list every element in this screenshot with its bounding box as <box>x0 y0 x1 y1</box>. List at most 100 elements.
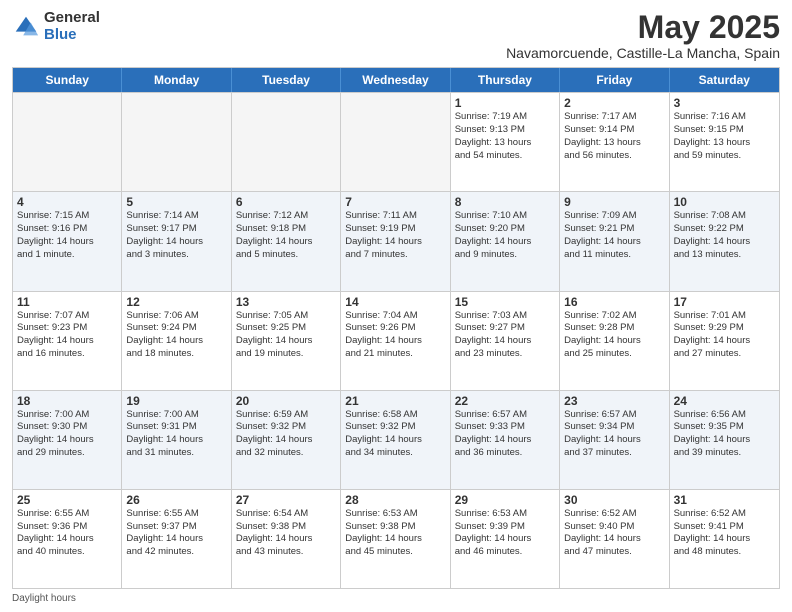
day-info: Sunrise: 6:53 AM Sunset: 9:39 PM Dayligh… <box>455 508 555 559</box>
day-number: 13 <box>236 295 336 309</box>
day-number: 28 <box>345 493 445 507</box>
logo-icon <box>12 13 40 41</box>
day-info: Sunrise: 6:59 AM Sunset: 9:32 PM Dayligh… <box>236 409 336 460</box>
day-number: 10 <box>674 195 775 209</box>
calendar-cell: 1Sunrise: 7:19 AM Sunset: 9:13 PM Daylig… <box>451 93 560 191</box>
day-info: Sunrise: 7:08 AM Sunset: 9:22 PM Dayligh… <box>674 210 775 261</box>
day-number: 7 <box>345 195 445 209</box>
calendar-cell: 9Sunrise: 7:09 AM Sunset: 9:21 PM Daylig… <box>560 192 669 290</box>
day-info: Sunrise: 6:56 AM Sunset: 9:35 PM Dayligh… <box>674 409 775 460</box>
day-number: 4 <box>17 195 117 209</box>
calendar-cell: 29Sunrise: 6:53 AM Sunset: 9:39 PM Dayli… <box>451 490 560 588</box>
day-info: Sunrise: 7:15 AM Sunset: 9:16 PM Dayligh… <box>17 210 117 261</box>
day-info: Sunrise: 6:52 AM Sunset: 9:41 PM Dayligh… <box>674 508 775 559</box>
day-info: Sunrise: 6:54 AM Sunset: 9:38 PM Dayligh… <box>236 508 336 559</box>
day-number: 26 <box>126 493 226 507</box>
title-block: May 2025 Navamorcuende, Castille-La Manc… <box>506 10 780 61</box>
calendar-cell: 30Sunrise: 6:52 AM Sunset: 9:40 PM Dayli… <box>560 490 669 588</box>
day-number: 14 <box>345 295 445 309</box>
day-number: 22 <box>455 394 555 408</box>
day-number: 30 <box>564 493 664 507</box>
day-info: Sunrise: 6:55 AM Sunset: 9:36 PM Dayligh… <box>17 508 117 559</box>
calendar-cell: 27Sunrise: 6:54 AM Sunset: 9:38 PM Dayli… <box>232 490 341 588</box>
subtitle: Navamorcuende, Castille-La Mancha, Spain <box>506 45 780 61</box>
day-info: Sunrise: 7:16 AM Sunset: 9:15 PM Dayligh… <box>674 111 775 162</box>
calendar-cell: 24Sunrise: 6:56 AM Sunset: 9:35 PM Dayli… <box>670 391 779 489</box>
day-number: 1 <box>455 96 555 110</box>
calendar-cell: 3Sunrise: 7:16 AM Sunset: 9:15 PM Daylig… <box>670 93 779 191</box>
day-info: Sunrise: 7:04 AM Sunset: 9:26 PM Dayligh… <box>345 310 445 361</box>
day-of-week-header: Sunday <box>13 68 122 92</box>
calendar-cell: 13Sunrise: 7:05 AM Sunset: 9:25 PM Dayli… <box>232 292 341 390</box>
day-number: 29 <box>455 493 555 507</box>
footer-note: Daylight hours <box>12 593 780 604</box>
calendar-cell: 23Sunrise: 6:57 AM Sunset: 9:34 PM Dayli… <box>560 391 669 489</box>
calendar-cell <box>122 93 231 191</box>
day-number: 25 <box>17 493 117 507</box>
day-number: 16 <box>564 295 664 309</box>
day-info: Sunrise: 7:14 AM Sunset: 9:17 PM Dayligh… <box>126 210 226 261</box>
day-number: 31 <box>674 493 775 507</box>
day-number: 27 <box>236 493 336 507</box>
calendar-row: 1Sunrise: 7:19 AM Sunset: 9:13 PM Daylig… <box>13 92 779 191</box>
calendar-row: 11Sunrise: 7:07 AM Sunset: 9:23 PM Dayli… <box>13 291 779 390</box>
calendar-cell: 22Sunrise: 6:57 AM Sunset: 9:33 PM Dayli… <box>451 391 560 489</box>
calendar-row: 18Sunrise: 7:00 AM Sunset: 9:30 PM Dayli… <box>13 390 779 489</box>
day-number: 12 <box>126 295 226 309</box>
calendar-header: SundayMondayTuesdayWednesdayThursdayFrid… <box>13 68 779 92</box>
day-info: Sunrise: 6:55 AM Sunset: 9:37 PM Dayligh… <box>126 508 226 559</box>
day-info: Sunrise: 7:12 AM Sunset: 9:18 PM Dayligh… <box>236 210 336 261</box>
calendar-cell: 31Sunrise: 6:52 AM Sunset: 9:41 PM Dayli… <box>670 490 779 588</box>
calendar-cell: 10Sunrise: 7:08 AM Sunset: 9:22 PM Dayli… <box>670 192 779 290</box>
day-number: 2 <box>564 96 664 110</box>
logo: General Blue <box>12 10 100 43</box>
day-of-week-header: Friday <box>560 68 669 92</box>
calendar-cell: 21Sunrise: 6:58 AM Sunset: 9:32 PM Dayli… <box>341 391 450 489</box>
calendar-cell: 11Sunrise: 7:07 AM Sunset: 9:23 PM Dayli… <box>13 292 122 390</box>
day-number: 24 <box>674 394 775 408</box>
day-info: Sunrise: 6:58 AM Sunset: 9:32 PM Dayligh… <box>345 409 445 460</box>
calendar-body: 1Sunrise: 7:19 AM Sunset: 9:13 PM Daylig… <box>13 92 779 588</box>
day-number: 9 <box>564 195 664 209</box>
calendar-cell: 20Sunrise: 6:59 AM Sunset: 9:32 PM Dayli… <box>232 391 341 489</box>
day-info: Sunrise: 7:19 AM Sunset: 9:13 PM Dayligh… <box>455 111 555 162</box>
day-info: Sunrise: 6:57 AM Sunset: 9:34 PM Dayligh… <box>564 409 664 460</box>
day-number: 11 <box>17 295 117 309</box>
calendar-cell: 14Sunrise: 7:04 AM Sunset: 9:26 PM Dayli… <box>341 292 450 390</box>
calendar-cell: 17Sunrise: 7:01 AM Sunset: 9:29 PM Dayli… <box>670 292 779 390</box>
day-number: 8 <box>455 195 555 209</box>
day-number: 18 <box>17 394 117 408</box>
day-number: 3 <box>674 96 775 110</box>
day-info: Sunrise: 6:53 AM Sunset: 9:38 PM Dayligh… <box>345 508 445 559</box>
day-number: 23 <box>564 394 664 408</box>
day-info: Sunrise: 6:52 AM Sunset: 9:40 PM Dayligh… <box>564 508 664 559</box>
calendar-cell: 15Sunrise: 7:03 AM Sunset: 9:27 PM Dayli… <box>451 292 560 390</box>
calendar-row: 25Sunrise: 6:55 AM Sunset: 9:36 PM Dayli… <box>13 489 779 588</box>
calendar-cell: 28Sunrise: 6:53 AM Sunset: 9:38 PM Dayli… <box>341 490 450 588</box>
day-number: 15 <box>455 295 555 309</box>
day-info: Sunrise: 7:00 AM Sunset: 9:31 PM Dayligh… <box>126 409 226 460</box>
day-of-week-header: Monday <box>122 68 231 92</box>
calendar-cell: 7Sunrise: 7:11 AM Sunset: 9:19 PM Daylig… <box>341 192 450 290</box>
calendar-cell: 12Sunrise: 7:06 AM Sunset: 9:24 PM Dayli… <box>122 292 231 390</box>
day-of-week-header: Wednesday <box>341 68 450 92</box>
day-of-week-header: Thursday <box>451 68 560 92</box>
calendar-cell: 26Sunrise: 6:55 AM Sunset: 9:37 PM Dayli… <box>122 490 231 588</box>
day-info: Sunrise: 7:00 AM Sunset: 9:30 PM Dayligh… <box>17 409 117 460</box>
day-info: Sunrise: 6:57 AM Sunset: 9:33 PM Dayligh… <box>455 409 555 460</box>
day-info: Sunrise: 7:17 AM Sunset: 9:14 PM Dayligh… <box>564 111 664 162</box>
day-number: 6 <box>236 195 336 209</box>
day-info: Sunrise: 7:10 AM Sunset: 9:20 PM Dayligh… <box>455 210 555 261</box>
logo-blue: Blue <box>44 27 100 44</box>
day-info: Sunrise: 7:03 AM Sunset: 9:27 PM Dayligh… <box>455 310 555 361</box>
page: General Blue May 2025 Navamorcuende, Cas… <box>0 0 792 612</box>
calendar-cell: 8Sunrise: 7:10 AM Sunset: 9:20 PM Daylig… <box>451 192 560 290</box>
day-of-week-header: Tuesday <box>232 68 341 92</box>
day-number: 21 <box>345 394 445 408</box>
month-title: May 2025 <box>506 10 780 45</box>
calendar-cell: 19Sunrise: 7:00 AM Sunset: 9:31 PM Dayli… <box>122 391 231 489</box>
day-number: 5 <box>126 195 226 209</box>
day-number: 20 <box>236 394 336 408</box>
calendar-cell: 2Sunrise: 7:17 AM Sunset: 9:14 PM Daylig… <box>560 93 669 191</box>
logo-general: General <box>44 10 100 27</box>
